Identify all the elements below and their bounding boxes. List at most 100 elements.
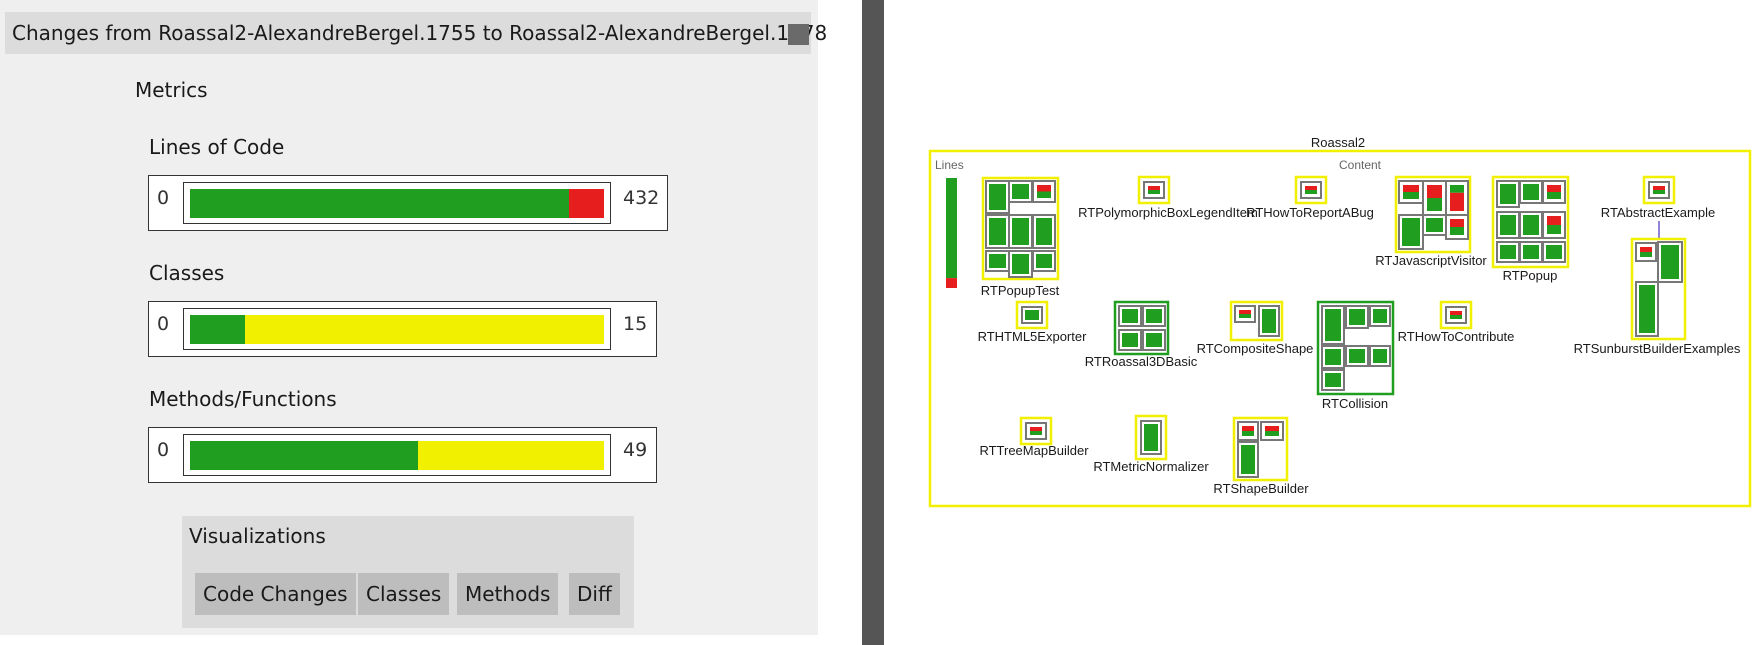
method-added-fill xyxy=(1265,431,1279,436)
method-removed-fill xyxy=(1403,185,1419,192)
pane-splitter[interactable] xyxy=(862,0,884,645)
method-added-fill xyxy=(1402,218,1420,246)
method-added-fill xyxy=(1523,215,1539,235)
method-added-fill xyxy=(1012,184,1029,199)
method-added-fill xyxy=(1450,315,1462,319)
method-removed-fill xyxy=(1265,426,1279,431)
method-removed-fill xyxy=(1547,185,1561,192)
method-added-fill xyxy=(1450,227,1464,235)
metric-classes: 0 15 xyxy=(148,301,657,357)
method-added-fill xyxy=(1373,349,1387,363)
method-removed-fill xyxy=(1653,186,1665,190)
method-added-fill xyxy=(1546,245,1562,259)
method-added-fill xyxy=(989,254,1006,268)
lines-added-bar xyxy=(946,178,957,279)
method-added-fill xyxy=(1305,190,1317,194)
metric-lines-of-code: 0 432 xyxy=(148,175,668,231)
method-added-fill xyxy=(1500,184,1516,204)
method-added-fill xyxy=(1241,445,1255,474)
method-removed-fill xyxy=(1640,247,1652,252)
metric-bar-frame xyxy=(183,434,611,476)
method-added-fill xyxy=(1122,309,1138,323)
method-added-fill xyxy=(1427,198,1442,211)
method-removed-fill xyxy=(1030,427,1042,431)
class-label: RTHowToReportABug xyxy=(1246,205,1374,220)
visualizations-heading: Visualizations xyxy=(189,524,326,548)
method-added-fill xyxy=(1146,309,1162,323)
class-label: RTPopup xyxy=(1503,268,1558,283)
class-label: RTSunburstBuilderExamples xyxy=(1574,341,1741,356)
class-label: RTCompositeShape xyxy=(1197,341,1314,356)
removed-segment xyxy=(568,189,604,218)
method-removed-fill xyxy=(1547,216,1561,225)
metric-max: 432 xyxy=(623,187,660,209)
class-label: RTHTML5Exporter xyxy=(978,329,1088,344)
method-removed-fill xyxy=(1305,186,1317,190)
classes-button[interactable]: Classes xyxy=(358,573,450,615)
metric-label-classes: Classes xyxy=(149,261,225,285)
app-root: Changes from Roassal2-AlexandreBergel.17… xyxy=(0,0,1761,645)
method-added-fill xyxy=(1146,333,1162,347)
metric-bar xyxy=(190,315,604,344)
lines-removed-bar xyxy=(946,278,957,288)
visualization-canvas[interactable]: Roassal2 Lines Content RTPopupTest RTPolymor… xyxy=(884,0,1761,645)
class-label: RTAbstractExample xyxy=(1601,205,1715,220)
method-removed-fill xyxy=(1450,311,1462,315)
window-title: Changes from Roassal2-AlexandreBergel.17… xyxy=(12,21,828,45)
code-changes-button[interactable]: Code Changes xyxy=(195,573,356,615)
metric-bar-frame xyxy=(183,182,611,224)
method-added-fill xyxy=(1349,309,1365,325)
class-label: RTPolymorphicBoxLegendItem xyxy=(1078,205,1258,220)
method-added-fill xyxy=(1144,424,1158,451)
metric-min: 0 xyxy=(157,313,170,335)
visualizations-panel: Visualizations Code Changes Classes Meth… xyxy=(182,516,634,628)
metric-max: 49 xyxy=(623,439,648,461)
methods-button[interactable]: Methods xyxy=(457,573,559,615)
method-added-fill xyxy=(1262,309,1276,333)
metrics-panel: Changes from Roassal2-AlexandreBergel.17… xyxy=(0,0,827,635)
method-added-fill xyxy=(1012,218,1029,245)
method-added-fill xyxy=(1325,373,1341,387)
class-label: RTCollision xyxy=(1322,396,1388,411)
metric-label-lines-of-code: Lines of Code xyxy=(149,135,285,159)
method-removed-fill xyxy=(1427,185,1442,198)
window-title-bar: Changes from Roassal2-AlexandreBergel.17… xyxy=(5,12,827,54)
method-added-fill xyxy=(1349,349,1365,363)
metric-max: 15 xyxy=(623,313,648,335)
method-added-fill xyxy=(1661,245,1679,279)
method-added-fill xyxy=(1037,191,1051,198)
added-segment xyxy=(190,315,246,344)
method-added-fill xyxy=(1426,218,1443,232)
method-removed-fill xyxy=(1450,219,1464,227)
metrics-heading: Metrics xyxy=(135,78,208,102)
diff-button[interactable]: Diff xyxy=(569,573,620,615)
method-added-fill xyxy=(1547,192,1561,199)
method-added-fill xyxy=(1523,245,1539,259)
class-label: RTShapeBuilder xyxy=(1213,481,1309,496)
method-added-fill xyxy=(1403,192,1419,199)
class-label: RTPopupTest xyxy=(981,283,1060,298)
method-added-fill xyxy=(1639,285,1655,333)
metric-min: 0 xyxy=(157,187,170,209)
method-added-fill xyxy=(1640,252,1652,257)
method-added-fill xyxy=(1036,254,1052,268)
method-removed-fill xyxy=(1148,186,1160,190)
added-segment xyxy=(190,189,569,218)
method-added-fill xyxy=(1030,431,1042,435)
class-label: RTTreeMapBuilder xyxy=(979,443,1089,458)
method-added-fill xyxy=(1500,215,1516,235)
class-label: RTJavascriptVisitor xyxy=(1375,253,1487,268)
metric-bar xyxy=(190,441,604,470)
method-added-fill xyxy=(1025,310,1039,320)
close-icon[interactable] xyxy=(788,24,809,45)
metric-bar-frame xyxy=(183,308,611,350)
method-added-fill xyxy=(1242,431,1254,436)
method-added-fill xyxy=(1500,245,1516,259)
method-added-fill xyxy=(1036,218,1052,245)
method-added-fill xyxy=(1325,309,1341,341)
metric-methods-functions: 0 49 xyxy=(148,427,657,483)
method-added-fill xyxy=(989,218,1006,245)
method-removed-fill xyxy=(1450,192,1464,211)
method-added-fill xyxy=(1239,314,1251,318)
method-added-fill xyxy=(1523,184,1539,200)
